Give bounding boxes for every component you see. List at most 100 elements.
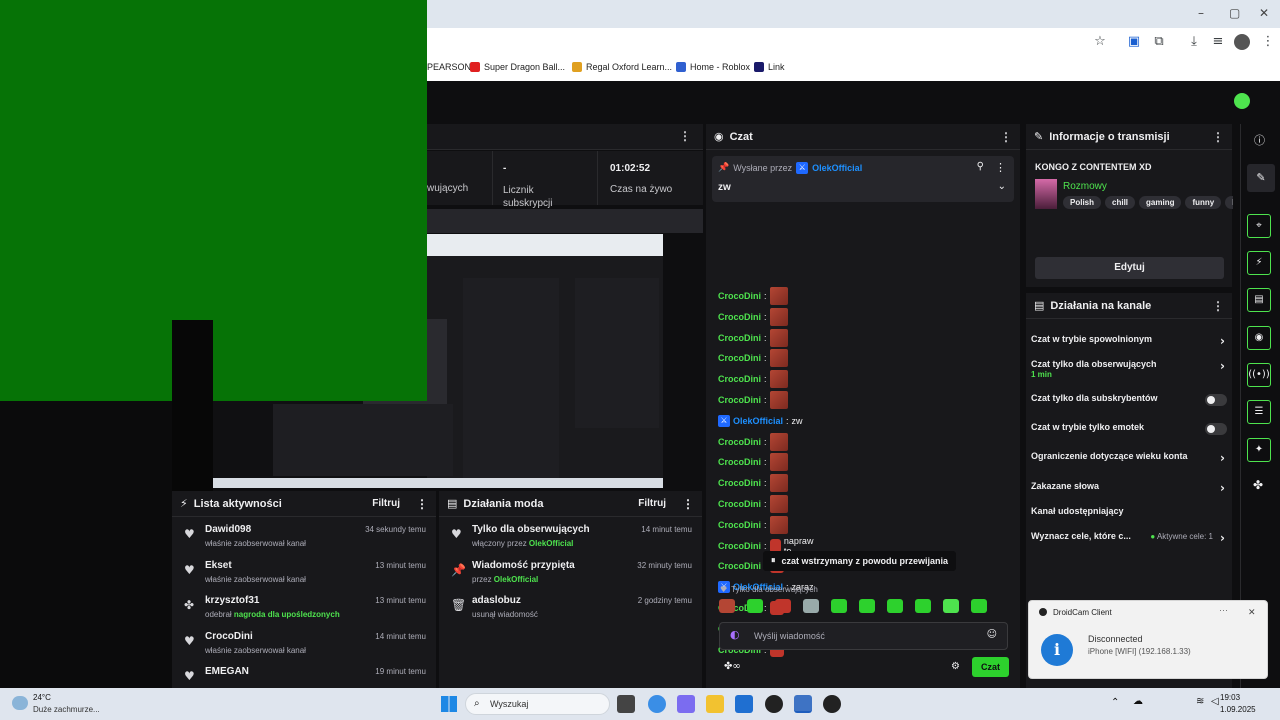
copilot-icon[interactable]	[677, 695, 695, 713]
wrench-icon[interactable]: ✦	[1247, 438, 1271, 462]
emote-icon[interactable]	[887, 599, 903, 613]
toggle-switch[interactable]	[1205, 394, 1227, 406]
pinned-message[interactable]: 📌 Wysłane przez ⚔ OlekOfficial zw ⚲ ⋮ ⌄	[712, 156, 1014, 202]
bookmark-roblox[interactable]: Home - Roblox	[676, 62, 750, 72]
channel-actions-menu-icon[interactable]: ⋮	[1212, 299, 1224, 313]
chevron-right-icon[interactable]: ›	[1220, 531, 1225, 545]
chat-message[interactable]: CrocoDini:	[718, 452, 791, 472]
chat-username[interactable]: CrocoDini	[718, 457, 761, 467]
activity-item[interactable]: ♥ CrocoDini właśnie zaobserwował kanał 14 …	[172, 628, 436, 664]
channel-action-row[interactable]: Zakazane słowa ›	[1031, 481, 1227, 495]
stream-info-menu-icon[interactable]: ⋮	[1212, 130, 1224, 144]
channel-action-row[interactable]: Kanał udostępniający	[1031, 506, 1227, 516]
channel-action-row[interactable]: Czat tylko dla obserwujących 1 min ›	[1031, 359, 1227, 379]
media-icon[interactable]: ≡	[1210, 34, 1226, 50]
stream-category[interactable]: Rozmowy	[1063, 181, 1107, 192]
info-circle-icon[interactable]: ⓘ	[1254, 132, 1265, 148]
activity-item[interactable]: ♥ Dawid098 właśnie zaobserwował kanał 34 s…	[172, 521, 436, 557]
chat-username[interactable]: CrocoDini	[718, 353, 761, 363]
chat-username[interactable]: CrocoDini	[718, 395, 761, 405]
maximize-button[interactable]: ▢	[1229, 6, 1240, 20]
clock-time[interactable]: 19:03	[1220, 693, 1240, 702]
chat-message[interactable]: CrocoDini:	[718, 286, 791, 306]
chat-message[interactable]: CrocoDini:	[718, 307, 791, 327]
emote-icon[interactable]	[971, 599, 987, 613]
chat-message[interactable]: CrocoDini:	[718, 473, 791, 493]
chat-message[interactable]: CrocoDini:	[718, 390, 791, 410]
puzzle-icon[interactable]: ⧉	[1151, 34, 1167, 50]
obs-icon[interactable]	[765, 695, 783, 713]
store-icon[interactable]	[735, 695, 753, 713]
emote-icon[interactable]	[747, 599, 763, 613]
minimize-button[interactable]: –	[1198, 6, 1204, 20]
chat-username[interactable]: CrocoDini	[718, 520, 761, 530]
chat-message[interactable]: CrocoDini:	[718, 515, 791, 535]
chat-username[interactable]: OlekOfficial	[733, 416, 783, 426]
toast-more-icon[interactable]: ···	[1219, 605, 1228, 615]
task-view-icon[interactable]	[617, 695, 635, 713]
emote-icon[interactable]	[943, 599, 959, 613]
droidcam-taskbar-icon[interactable]	[794, 695, 812, 713]
channel-action-row[interactable]: Czat tylko dla subskrybentów	[1031, 393, 1227, 406]
windows-start-icon[interactable]	[441, 696, 457, 712]
chat-input[interactable]: ◐ Wyślij wiadomość ☺	[719, 622, 1008, 650]
toggle-switch[interactable]	[1205, 423, 1227, 435]
chevron-right-icon[interactable]: ›	[1220, 481, 1225, 495]
mod-filter-button[interactable]: Filtruj	[638, 498, 666, 509]
chat-username[interactable]: CrocoDini	[718, 312, 761, 322]
clock-date[interactable]: 1.09.2025	[1220, 705, 1256, 714]
chat-menu-icon[interactable]: ⋮	[1000, 130, 1012, 144]
droidcam-notification[interactable]: DroidCam Client ··· ✕ i Disconnected iPh…	[1028, 600, 1268, 679]
chevron-right-icon[interactable]: ›	[1220, 334, 1225, 348]
activity-item[interactable]: ♥ Tylko dla obserwujących włączony przez O…	[439, 521, 702, 557]
emote-icon[interactable]	[803, 599, 819, 613]
emote-icon[interactable]	[719, 599, 735, 613]
chrome-icon[interactable]	[648, 695, 666, 713]
activity-item[interactable]: ♥ Ekset właśnie zaobserwował kanał 13 minu…	[172, 557, 436, 593]
bookmark-dragon-ball[interactable]: Super Dragon Ball...	[470, 62, 565, 72]
chat-message[interactable]: CrocoDini:	[718, 432, 791, 452]
chat-message[interactable]: CrocoDini:	[718, 328, 791, 348]
chat-username[interactable]: CrocoDini	[718, 374, 761, 384]
focus-icon[interactable]: ⌖	[1247, 214, 1271, 238]
chevron-down-icon[interactable]: ⌄	[998, 181, 1006, 192]
edit-button[interactable]: Edytuj	[1035, 257, 1224, 279]
channel-action-row[interactable]: Czat w trybie spowolnionym ›	[1031, 334, 1227, 348]
chat-message[interactable]: CrocoDini:	[718, 494, 791, 514]
chevron-right-icon[interactable]: ›	[1220, 359, 1225, 373]
extension-blue-icon[interactable]: ▣	[1126, 34, 1142, 50]
unpin-icon[interactable]: ⚲	[977, 161, 984, 172]
chat-message[interactable]: CrocoDini:	[718, 348, 791, 368]
menu-icon[interactable]: ⋮	[1260, 34, 1276, 50]
activity-item[interactable]: ✤ krzysztof31 odebrał nagroda dla upośledz…	[172, 592, 436, 628]
server-icon[interactable]: ☰	[1247, 400, 1271, 424]
activity-menu-icon[interactable]: ⋮	[416, 497, 428, 511]
chat-bubble-icon[interactable]: ◉	[1247, 326, 1271, 350]
star-icon[interactable]: ☆	[1092, 34, 1108, 50]
chevron-right-icon[interactable]: ›	[1220, 451, 1225, 465]
emote-icon[interactable]	[859, 599, 875, 613]
activity-item[interactable]: 📌 Wiadomość przypięta przez OlekOfficial 32…	[439, 557, 702, 593]
stats-menu-icon[interactable]: ⋮	[679, 129, 691, 143]
activity-item[interactable]: 🗑 adaslobuz usunął wiadomość 2 godziny tem…	[439, 592, 702, 628]
chat-send-button[interactable]: Czat	[972, 657, 1009, 677]
chat-username[interactable]: CrocoDini	[718, 291, 761, 301]
settings-gear-icon[interactable]: ⚙	[951, 661, 960, 672]
activity-filter-button[interactable]: Filtruj	[372, 498, 400, 509]
edit-pencil-icon[interactable]: ✎	[1247, 164, 1275, 192]
tray-chevron-icon[interactable]: ⌃	[1111, 697, 1119, 708]
profile-avatar[interactable]	[1234, 34, 1250, 50]
bookmark-pearson[interactable]: PEARSON	[427, 62, 471, 72]
emoji-icon[interactable]: ☺	[987, 629, 997, 640]
chat-username[interactable]: CrocoDini	[718, 561, 761, 571]
bookmark-link[interactable]: Link	[754, 62, 785, 72]
download-icon[interactable]: ⤓	[1186, 34, 1202, 50]
chat-username[interactable]: CrocoDini	[718, 333, 761, 343]
taskbar-search[interactable]: ⌕ Wyszukaj	[465, 693, 610, 715]
chat-username[interactable]: CrocoDini	[718, 478, 761, 488]
apps-icon[interactable]: ✤	[1253, 478, 1263, 492]
bookmark-oxford[interactable]: Regal Oxford Learn...	[572, 62, 672, 72]
chat-username[interactable]: CrocoDini	[718, 541, 761, 551]
channel-action-row[interactable]: Ograniczenie dotyczące wieku konta ›	[1031, 451, 1227, 465]
wifi-icon[interactable]: ≋	[1196, 696, 1204, 707]
